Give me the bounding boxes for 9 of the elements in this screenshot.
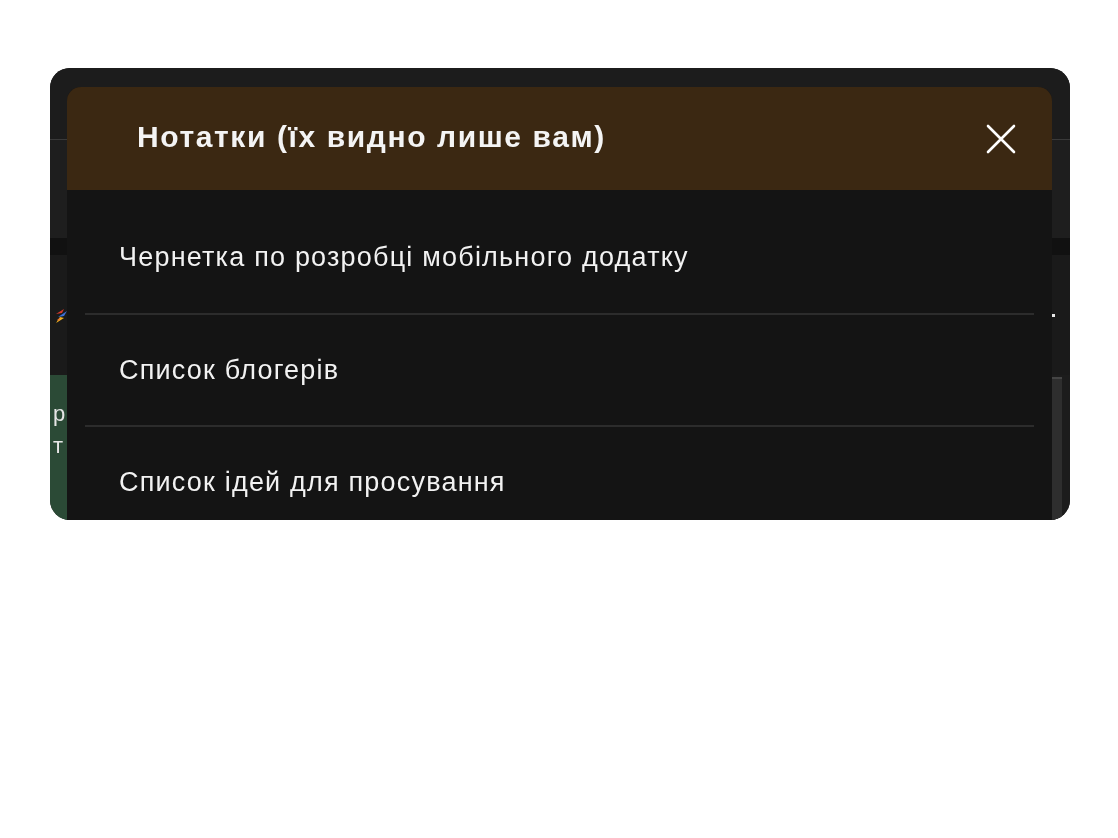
close-icon — [986, 123, 1016, 154]
dialog-title: Нотатки (їх видно лише вам) — [137, 119, 606, 155]
rocket-icon — [55, 308, 67, 324]
note-item[interactable]: Список блогерів — [85, 313, 1034, 425]
panel-text: р — [52, 401, 66, 427]
panel-text: т — [52, 433, 64, 459]
scrollbar[interactable] — [1052, 377, 1062, 520]
note-item[interactable]: Список ідей для просування — [85, 425, 1034, 520]
note-item[interactable]: Чернетка по розробці мобільного додатку — [85, 201, 1034, 313]
